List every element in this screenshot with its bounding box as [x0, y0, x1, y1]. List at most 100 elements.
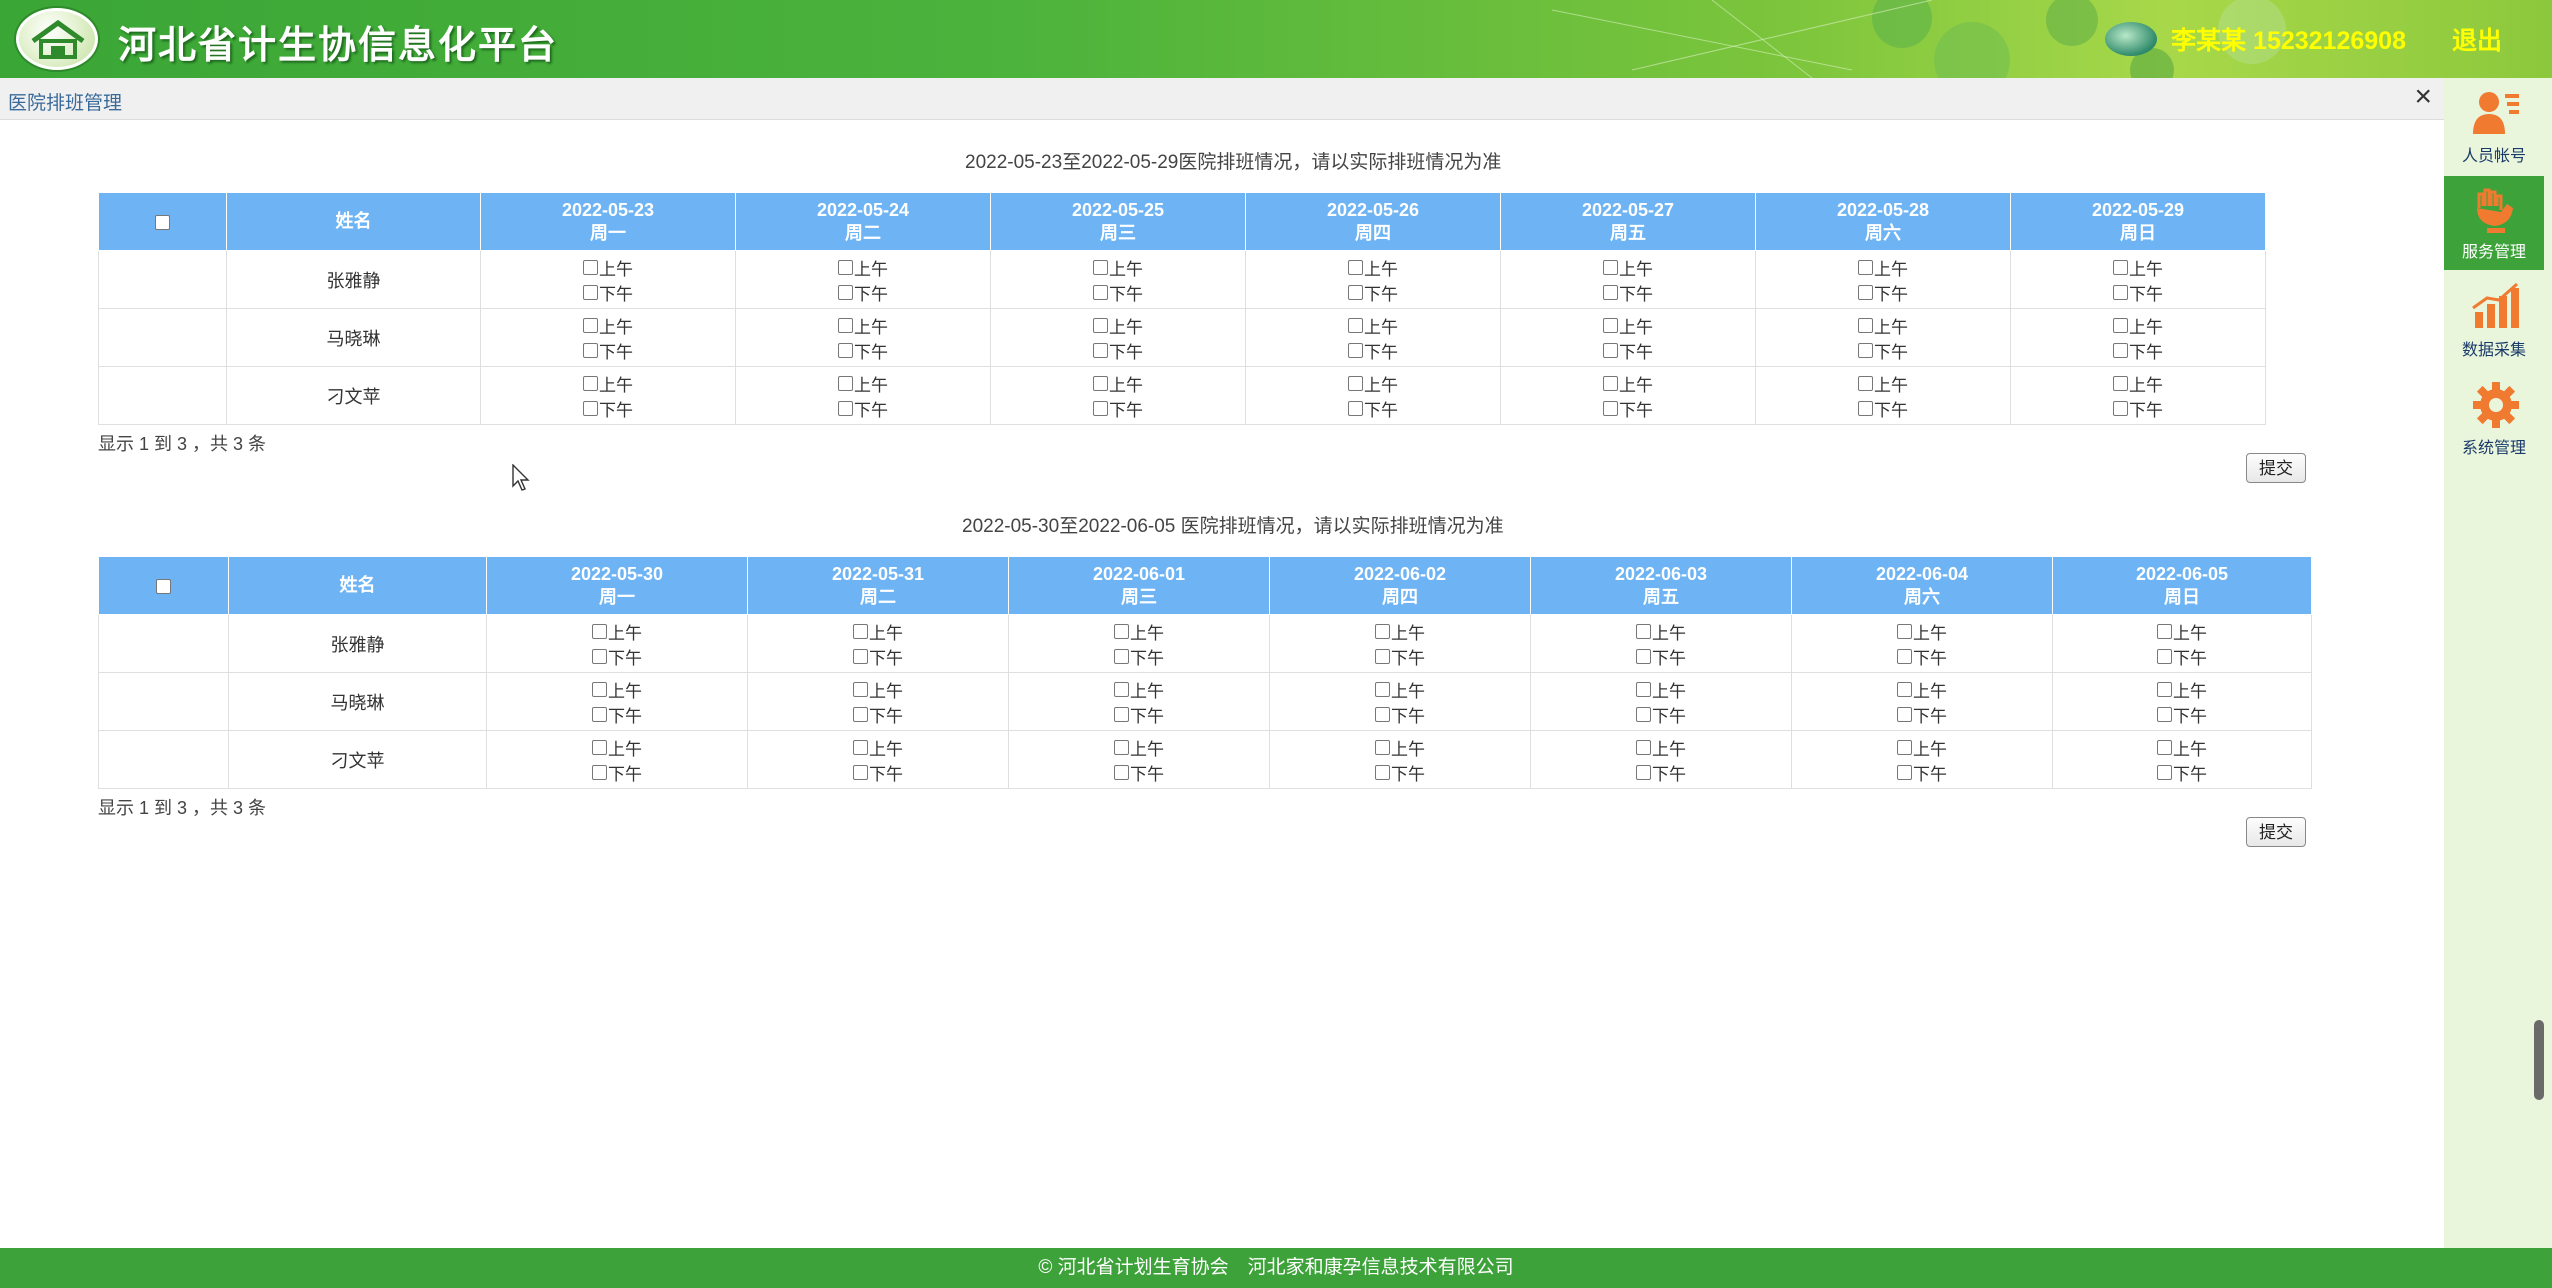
shift-checkbox-am[interactable] [592, 681, 607, 697]
shift-option-am[interactable]: 上午 [1009, 735, 1269, 760]
shift-option-pm[interactable]: 下午 [2011, 280, 2265, 305]
shift-option-pm[interactable]: 下午 [736, 280, 990, 305]
shift-checkbox-am[interactable] [1636, 623, 1651, 639]
shift-option-pm[interactable]: 下午 [1531, 702, 1791, 727]
shift-option-am[interactable]: 上午 [748, 735, 1008, 760]
shift-option-pm[interactable]: 下午 [748, 644, 1008, 669]
shift-checkbox-am[interactable] [1093, 259, 1108, 275]
shift-option-am[interactable]: 上午 [2011, 371, 2265, 396]
shift-option-am[interactable]: 上午 [481, 255, 735, 280]
shift-option-pm[interactable]: 下午 [1270, 644, 1530, 669]
shift-option-am[interactable]: 上午 [1531, 677, 1791, 702]
shift-checkbox-am[interactable] [1858, 375, 1873, 391]
shift-option-am[interactable]: 上午 [748, 619, 1008, 644]
shift-option-pm[interactable]: 下午 [1531, 760, 1791, 785]
shift-checkbox-am[interactable] [1348, 259, 1363, 275]
shift-option-pm[interactable]: 下午 [991, 396, 1245, 421]
shift-checkbox-pm[interactable] [1375, 648, 1390, 664]
shift-checkbox-pm[interactable] [853, 648, 868, 664]
shift-option-pm[interactable]: 下午 [1531, 644, 1791, 669]
shift-checkbox-pm[interactable] [1897, 706, 1912, 722]
shift-option-am[interactable]: 上午 [2053, 735, 2311, 760]
shift-checkbox-pm[interactable] [838, 400, 853, 416]
shift-checkbox-am[interactable] [1603, 259, 1618, 275]
shift-checkbox-am[interactable] [2113, 375, 2128, 391]
shift-option-pm[interactable]: 下午 [1246, 338, 1500, 363]
shift-option-am[interactable]: 上午 [1531, 619, 1791, 644]
shift-option-am[interactable]: 上午 [1270, 619, 1530, 644]
shift-option-pm[interactable]: 下午 [991, 280, 1245, 305]
shift-checkbox-pm[interactable] [838, 284, 853, 300]
shift-checkbox-am[interactable] [1114, 623, 1129, 639]
shift-checkbox-am[interactable] [838, 317, 853, 333]
shift-checkbox-am[interactable] [838, 259, 853, 275]
shift-option-pm[interactable]: 下午 [2011, 338, 2265, 363]
shift-checkbox-am[interactable] [853, 739, 868, 755]
shift-checkbox-am[interactable] [1375, 623, 1390, 639]
shift-checkbox-am[interactable] [1375, 681, 1390, 697]
shift-checkbox-pm[interactable] [2113, 400, 2128, 416]
shift-checkbox-am[interactable] [1375, 739, 1390, 755]
shift-checkbox-am[interactable] [592, 739, 607, 755]
shift-checkbox-am[interactable] [1348, 317, 1363, 333]
submit-button[interactable]: 提交 [2246, 453, 2306, 483]
shift-option-am[interactable]: 上午 [1756, 371, 2010, 396]
shift-checkbox-pm[interactable] [1603, 342, 1618, 358]
shift-checkbox-pm[interactable] [592, 764, 607, 780]
shift-option-pm[interactable]: 下午 [1501, 338, 1755, 363]
shift-option-am[interactable]: 上午 [991, 255, 1245, 280]
shift-checkbox-pm[interactable] [1348, 400, 1363, 416]
shift-checkbox-pm[interactable] [1636, 764, 1651, 780]
logout-link[interactable]: 退出 [2452, 21, 2502, 57]
shift-option-pm[interactable]: 下午 [1756, 396, 2010, 421]
shift-option-pm[interactable]: 下午 [1009, 644, 1269, 669]
shift-checkbox-pm[interactable] [1093, 284, 1108, 300]
shift-checkbox-pm[interactable] [2113, 342, 2128, 358]
shift-option-am[interactable]: 上午 [1246, 313, 1500, 338]
shift-checkbox-pm[interactable] [2113, 284, 2128, 300]
shift-option-am[interactable]: 上午 [991, 313, 1245, 338]
shift-checkbox-am[interactable] [2157, 739, 2172, 755]
shift-option-pm[interactable]: 下午 [748, 760, 1008, 785]
shift-checkbox-pm[interactable] [2157, 706, 2172, 722]
shift-checkbox-pm[interactable] [1114, 764, 1129, 780]
shift-checkbox-am[interactable] [1114, 681, 1129, 697]
shift-option-am[interactable]: 上午 [487, 735, 747, 760]
shift-option-am[interactable]: 上午 [991, 371, 1245, 396]
shift-checkbox-am[interactable] [1603, 317, 1618, 333]
shift-option-am[interactable]: 上午 [1501, 313, 1755, 338]
shift-option-am[interactable]: 上午 [736, 255, 990, 280]
shift-option-pm[interactable]: 下午 [1792, 644, 2052, 669]
shift-checkbox-am[interactable] [583, 259, 598, 275]
submit-button[interactable]: 提交 [2246, 817, 2306, 847]
shift-checkbox-am[interactable] [838, 375, 853, 391]
shift-checkbox-am[interactable] [1093, 375, 1108, 391]
shift-checkbox-am[interactable] [1114, 739, 1129, 755]
sidebar-item-system[interactable]: 系统管理 [2444, 372, 2544, 466]
shift-option-pm[interactable]: 下午 [2011, 396, 2265, 421]
shift-option-am[interactable]: 上午 [1792, 735, 2052, 760]
shift-option-pm[interactable]: 下午 [1501, 280, 1755, 305]
shift-option-pm[interactable]: 下午 [1246, 280, 1500, 305]
shift-option-am[interactable]: 上午 [1792, 677, 2052, 702]
shift-option-pm[interactable]: 下午 [1270, 702, 1530, 727]
shift-checkbox-am[interactable] [2157, 681, 2172, 697]
shift-option-am[interactable]: 上午 [481, 371, 735, 396]
shift-option-pm[interactable]: 下午 [481, 396, 735, 421]
shift-checkbox-pm[interactable] [583, 342, 598, 358]
shift-option-am[interactable]: 上午 [1792, 619, 2052, 644]
shift-option-pm[interactable]: 下午 [736, 338, 990, 363]
shift-option-pm[interactable]: 下午 [1009, 760, 1269, 785]
shift-option-am[interactable]: 上午 [2011, 313, 2265, 338]
shift-checkbox-pm[interactable] [1636, 648, 1651, 664]
shift-option-pm[interactable]: 下午 [1009, 702, 1269, 727]
shift-checkbox-pm[interactable] [1114, 706, 1129, 722]
sidebar-item-accounts[interactable]: 人员帐号 [2444, 80, 2544, 174]
shift-option-pm[interactable]: 下午 [748, 702, 1008, 727]
shift-checkbox-am[interactable] [1897, 623, 1912, 639]
shift-option-am[interactable]: 上午 [1531, 735, 1791, 760]
shift-checkbox-am[interactable] [1636, 681, 1651, 697]
shift-option-am[interactable]: 上午 [1270, 677, 1530, 702]
shift-option-pm[interactable]: 下午 [487, 760, 747, 785]
sidebar-item-data-collection[interactable]: 数据采集 [2444, 274, 2544, 368]
